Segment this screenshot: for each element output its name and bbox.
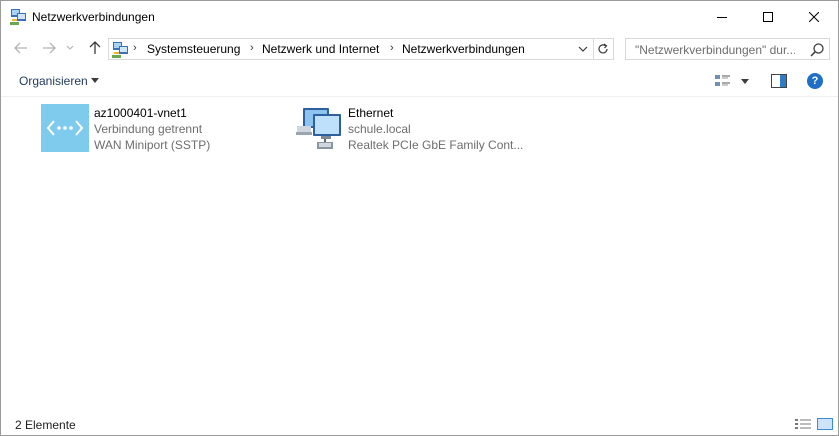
change-view-icon[interactable] [715, 74, 731, 88]
search-placeholder[interactable]: "Netzwerkverbindungen" dur... [635, 43, 795, 57]
item-count: 2 Elemente [15, 418, 76, 432]
organize-dropdown-icon[interactable] [91, 78, 99, 83]
minimize-button[interactable] [699, 1, 745, 32]
breadcrumb-netzwerk-und-internet[interactable]: Netzwerk und Internet [262, 42, 379, 56]
arrow-left-icon [14, 42, 27, 54]
close-button[interactable] [791, 1, 837, 32]
back-button[interactable] [11, 39, 31, 57]
tiles-view-icon[interactable] [817, 418, 833, 430]
window-title: Netzwerkverbindungen [32, 10, 155, 24]
list-item-connection-ethernet[interactable]: Ethernet schule.local Realtek PCIe GbE F… [295, 104, 535, 158]
maximize-button[interactable] [745, 1, 791, 32]
breadcrumb-systemsteuerung[interactable]: Systemsteuerung [147, 42, 240, 56]
help-icon: ? [811, 75, 819, 87]
explorer-window: Netzwerkverbindungen › Systemsteuerung ›… [0, 0, 839, 436]
address-dropdown-button[interactable] [575, 41, 591, 57]
breadcrumb-separator[interactable]: › [133, 42, 137, 54]
connection-name: az1000401-vnet1 [94, 106, 187, 120]
connection-device: Realtek PCIe GbE Family Cont... [348, 138, 524, 152]
organize-menu-button[interactable]: Organisieren [19, 74, 88, 88]
breadcrumb-netzwerkverbindungen[interactable]: Netzwerkverbindungen [402, 42, 525, 56]
connection-status: schule.local [348, 122, 411, 136]
network-connections-icon [10, 9, 26, 25]
connection-name: Ethernet [348, 106, 394, 120]
maximize-icon [763, 11, 773, 22]
arrow-up-icon [89, 41, 101, 54]
connection-status: Verbindung getrennt [94, 122, 203, 136]
preview-pane-icon[interactable] [771, 74, 787, 88]
ethernet-icon [296, 108, 341, 149]
arrow-right-icon [43, 42, 56, 54]
refresh-icon [597, 43, 608, 54]
details-view-icon[interactable] [795, 418, 811, 430]
recent-locations-button[interactable] [63, 39, 77, 57]
forward-button[interactable] [39, 39, 59, 57]
chevron-down-icon [578, 46, 588, 52]
breadcrumb-separator[interactable]: › [390, 42, 394, 54]
list-item-connection-vpn[interactable]: az1000401-vnet1 Verbindung getrennt WAN … [41, 104, 251, 158]
address-row: › Systemsteuerung › Netzwerk und Interne… [1, 33, 838, 64]
connections-view: az1000401-vnet1 Verbindung getrennt WAN … [1, 98, 838, 406]
help-button[interactable]: ? [807, 73, 823, 89]
search-icon[interactable] [809, 42, 825, 58]
command-bar: Organisieren ? [1, 65, 838, 97]
address-bar[interactable]: › Systemsteuerung › Netzwerk und Interne… [108, 38, 594, 60]
chevron-down-icon [66, 45, 74, 50]
vpn-icon [41, 104, 89, 152]
change-view-dropdown-icon[interactable] [741, 79, 749, 84]
up-button[interactable] [85, 39, 105, 57]
breadcrumb-separator[interactable]: › [250, 42, 254, 54]
refresh-button[interactable] [592, 38, 614, 60]
connection-device: WAN Miniport (SSTP) [94, 138, 211, 152]
search-box[interactable]: "Netzwerkverbindungen" dur... [625, 38, 830, 60]
status-bar: 2 Elemente [1, 411, 838, 435]
network-connections-icon [112, 42, 128, 58]
title-bar: Netzwerkverbindungen [1, 1, 838, 33]
close-icon [809, 11, 819, 22]
minimize-icon [717, 16, 727, 18]
